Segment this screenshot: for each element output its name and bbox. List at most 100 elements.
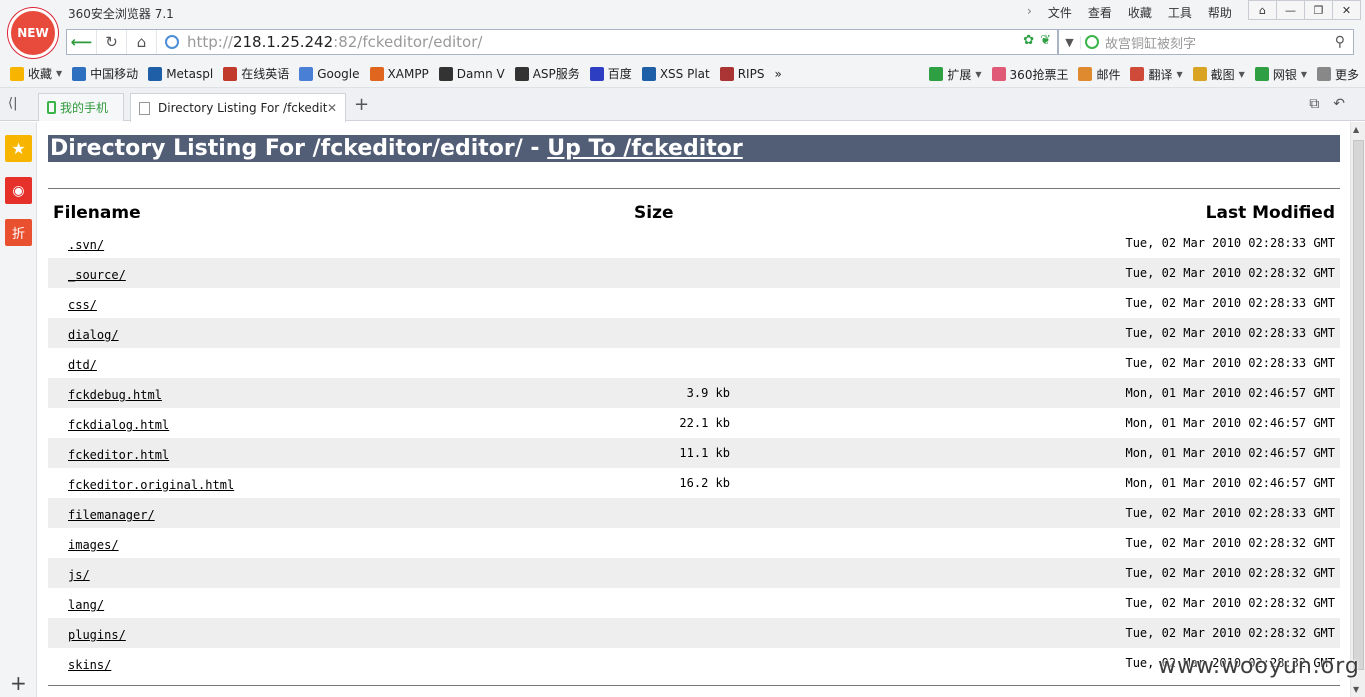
weibo-icon[interactable]: ◉ bbox=[5, 177, 32, 204]
toolbar-label: 扩展 bbox=[947, 67, 972, 82]
search-box[interactable]: ▼ 故宫铜缸被刻字 ⚲ bbox=[1058, 29, 1354, 55]
tab-label: Directory Listing For /fckedit bbox=[158, 101, 328, 115]
file-modified: Tue, 02 Mar 2010 02:28:33 GMT bbox=[1125, 296, 1335, 310]
compat-mode-icon[interactable]: ❦ bbox=[1040, 33, 1051, 48]
toolbar-item[interactable]: 更多 bbox=[1316, 66, 1359, 83]
bookmark-item[interactable]: Google bbox=[299, 66, 360, 81]
home-icon[interactable]: ⌂ bbox=[127, 30, 157, 54]
file-link[interactable]: plugins/ bbox=[68, 628, 126, 642]
favorites-star-icon[interactable]: ★ bbox=[5, 135, 32, 162]
menu-favorites[interactable]: 收藏 bbox=[1120, 4, 1160, 21]
bookmark-item[interactable]: 在线英语 bbox=[223, 65, 289, 82]
metasploit-icon bbox=[148, 66, 163, 81]
chevron-down-icon[interactable]: ▼ bbox=[1059, 35, 1081, 49]
bookmark-item[interactable]: Metaspl bbox=[148, 66, 213, 81]
menu-help[interactable]: 帮助 bbox=[1200, 4, 1240, 21]
scroll-up-arrow-icon[interactable]: ▲ bbox=[1353, 125, 1359, 134]
tab-list-icon[interactable]: ⧉ bbox=[1309, 96, 1319, 112]
speed-mode-icon[interactable]: ✿ bbox=[1023, 33, 1034, 48]
tab-my-phone[interactable]: 我的手机 bbox=[38, 93, 124, 121]
document-icon bbox=[139, 101, 150, 115]
file-link[interactable]: _source/ bbox=[68, 268, 126, 282]
chevron-down-icon[interactable]: ▼ bbox=[56, 69, 62, 78]
sidebar-toggle-icon[interactable]: ⟨| bbox=[8, 96, 17, 111]
baidu-icon bbox=[589, 66, 604, 81]
heading-text: Directory Listing For /fckeditor/editor/… bbox=[50, 136, 548, 161]
close-icon[interactable]: ✕ bbox=[327, 101, 337, 115]
ticket-icon bbox=[991, 67, 1006, 81]
tab-directory-listing[interactable]: Directory Listing For /fckedit ✕ bbox=[130, 93, 346, 122]
translate-icon bbox=[299, 66, 314, 81]
toolbar-item[interactable]: 截图 ▼ bbox=[1192, 66, 1245, 83]
chevron-down-icon[interactable]: ▼ bbox=[1301, 70, 1307, 79]
table-header: Filename Size Last Modified bbox=[48, 200, 1340, 226]
more-bookmarks-button[interactable]: » bbox=[774, 67, 781, 81]
toolbar-item[interactable]: 网银 ▼ bbox=[1254, 66, 1307, 83]
up-to-parent-link[interactable]: Up To /fckeditor bbox=[547, 136, 743, 161]
bookmarks-bar: 收藏 ▼ 中国移动 Metaspl 在线英语 Google XAMPP Damn V ASP服务… bbox=[0, 60, 1365, 88]
dvwa-icon bbox=[438, 66, 453, 81]
add-icon[interactable]: + bbox=[10, 671, 27, 695]
chevron-down-icon[interactable]: ▼ bbox=[1176, 70, 1182, 79]
file-link[interactable]: fckdialog.html bbox=[68, 418, 169, 432]
vertical-scrollbar[interactable]: ▲ ▼ bbox=[1350, 122, 1365, 697]
bookmark-item[interactable]: 中国移动 bbox=[72, 65, 138, 82]
bookmark-item[interactable]: ASP服务 bbox=[514, 65, 580, 82]
file-link[interactable]: .svn/ bbox=[68, 238, 104, 252]
bookmark-item[interactable]: XSS Plat bbox=[641, 66, 710, 81]
file-link[interactable]: fckdebug.html bbox=[68, 388, 162, 402]
minimize-button[interactable]: — bbox=[1276, 0, 1305, 20]
search-input[interactable]: 故宫铜缸被刻字 bbox=[1105, 33, 1196, 52]
file-modified: Tue, 02 Mar 2010 02:28:33 GMT bbox=[1125, 506, 1335, 520]
bookmark-item[interactable]: 收藏 ▼ bbox=[10, 65, 62, 82]
file-link[interactable]: skins/ bbox=[68, 658, 111, 672]
file-link[interactable]: fckeditor.original.html bbox=[68, 478, 234, 492]
menu-file[interactable]: 文件 bbox=[1040, 4, 1080, 21]
address-bar[interactable]: ⟵ ↻ ⌂ http:// 218.1.25.242 :82/fckeditor… bbox=[66, 29, 1058, 55]
undo-close-icon[interactable]: ↶ bbox=[1333, 96, 1345, 112]
url-field[interactable]: http:// 218.1.25.242 :82/fckeditor/edito… bbox=[165, 33, 482, 51]
toolbar-item[interactable]: 翻译 ▼ bbox=[1130, 66, 1183, 83]
bookmark-item[interactable]: XAMPP bbox=[369, 66, 429, 81]
scroll-down-arrow-icon[interactable]: ▼ bbox=[1353, 685, 1359, 694]
file-link[interactable]: filemanager/ bbox=[68, 508, 155, 522]
toolbar-item[interactable]: 360抢票王 bbox=[991, 66, 1068, 83]
toolbar-extensions: 扩展 ▼ 360抢票王 邮件 翻译 ▼ 截图 ▼ 网银 ▼ 更多 bbox=[919, 60, 1359, 88]
close-button[interactable]: ✕ bbox=[1332, 0, 1361, 20]
file-link[interactable]: dialog/ bbox=[68, 328, 119, 342]
dictionary-icon bbox=[223, 66, 238, 81]
scrollbar-thumb[interactable] bbox=[1353, 140, 1364, 670]
search-icon[interactable]: ⚲ bbox=[1335, 34, 1345, 50]
table-row: css/Tue, 02 Mar 2010 02:28:33 GMT bbox=[48, 288, 1340, 318]
bookmark-item[interactable]: 百度 bbox=[589, 65, 632, 82]
file-link[interactable]: css/ bbox=[68, 298, 97, 312]
search-engine-icon[interactable] bbox=[1085, 35, 1099, 49]
skin-button[interactable]: ⌂ bbox=[1248, 0, 1277, 20]
file-link[interactable]: js/ bbox=[68, 568, 90, 582]
bookmark-item[interactable]: Damn V bbox=[438, 66, 505, 81]
bookmark-item[interactable]: RIPS bbox=[719, 66, 764, 81]
discount-icon[interactable]: 折 bbox=[5, 219, 32, 246]
file-link[interactable]: lang/ bbox=[68, 598, 104, 612]
table-row: dtd/Tue, 02 Mar 2010 02:28:33 GMT bbox=[48, 348, 1340, 378]
new-tab-button[interactable]: + bbox=[354, 94, 369, 115]
maximize-button[interactable]: ❐ bbox=[1304, 0, 1333, 20]
menu-view[interactable]: 查看 bbox=[1080, 4, 1120, 21]
file-link[interactable]: dtd/ bbox=[68, 358, 97, 372]
file-modified: Tue, 02 Mar 2010 02:28:33 GMT bbox=[1125, 356, 1335, 370]
column-last-modified: Last Modified bbox=[1205, 203, 1335, 223]
browser-logo[interactable]: NEW bbox=[8, 8, 58, 58]
file-link[interactable]: fckeditor.html bbox=[68, 448, 169, 462]
page-content: Directory Listing For /fckeditor/editor/… bbox=[38, 122, 1350, 697]
menu-item: › bbox=[1027, 4, 1032, 18]
toolbar-item[interactable]: 邮件 bbox=[1078, 66, 1120, 83]
page-title: Directory Listing For /fckeditor/editor/… bbox=[48, 135, 1340, 162]
chevron-down-icon[interactable]: ▼ bbox=[1239, 70, 1245, 79]
chevron-down-icon[interactable]: ▼ bbox=[975, 70, 981, 79]
menu-tools[interactable]: 工具 bbox=[1160, 4, 1200, 21]
toolbar-item[interactable]: 扩展 ▼ bbox=[929, 66, 982, 83]
back-arrow-icon[interactable]: ⟵ bbox=[67, 30, 97, 54]
refresh-icon[interactable]: ↻ bbox=[97, 30, 127, 54]
bookmark-label: Damn V bbox=[456, 66, 505, 81]
file-link[interactable]: images/ bbox=[68, 538, 119, 552]
